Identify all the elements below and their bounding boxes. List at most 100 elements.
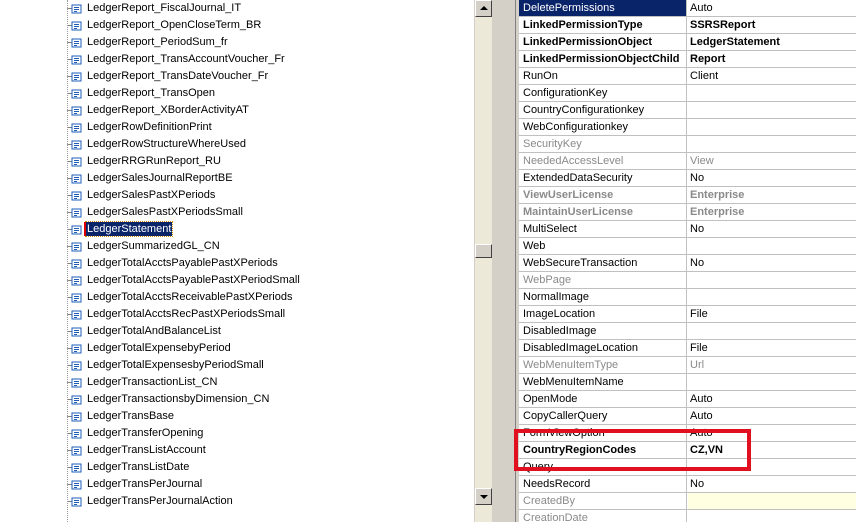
tree-item[interactable]: LedgerReport_TransOpen [0, 85, 474, 102]
property-row[interactable]: MultiSelect No [519, 221, 856, 238]
property-value[interactable]: File [688, 306, 856, 322]
property-value[interactable]: No [688, 170, 856, 186]
tree-item[interactable]: LedgerSalesPastXPeriodsSmall [0, 204, 474, 221]
property-value[interactable]: Auto [688, 0, 856, 16]
property-row[interactable]: ImageLocation File [519, 306, 856, 323]
property-value[interactable]: SSRSReport [688, 17, 856, 33]
tree-item[interactable]: LedgerTransListAccount [0, 442, 474, 459]
property-value[interactable]: File [688, 340, 856, 356]
scroll-up-button[interactable] [475, 0, 492, 17]
property-row[interactable]: CountryRegionCodes CZ,VN [519, 442, 856, 459]
property-row[interactable]: RunOn Client [519, 68, 856, 85]
property-row[interactable]: Web [519, 238, 856, 255]
property-row[interactable]: CountryConfigurationkey [519, 102, 856, 119]
property-row[interactable]: NeedsRecord No [519, 476, 856, 493]
scroll-down-button[interactable] [475, 488, 492, 505]
tree-item[interactable]: LedgerTotalAcctsPayablePastXPeriods [0, 255, 474, 272]
property-value[interactable] [688, 459, 856, 475]
property-value[interactable] [688, 510, 856, 522]
property-value[interactable]: Auto [688, 425, 856, 441]
property-value[interactable] [688, 119, 856, 135]
tree-item[interactable]: LedgerRowDefinitionPrint [0, 119, 474, 136]
tree-item[interactable]: LedgerTotalAndBalanceList [0, 323, 474, 340]
property-value[interactable]: Url [688, 357, 856, 373]
property-value[interactable]: LedgerStatement [688, 34, 856, 50]
property-row[interactable]: NormalImage [519, 289, 856, 306]
tree-item[interactable]: LedgerTotalExpensebyPeriod [0, 340, 474, 357]
property-row[interactable]: DisabledImageLocation File [519, 340, 856, 357]
tree-item[interactable]: LedgerRowStructureWhereUsed [0, 136, 474, 153]
property-row[interactable]: MaintainUserLicense Enterprise [519, 204, 856, 221]
property-name: ViewUserLicense [519, 187, 687, 203]
property-value[interactable] [688, 289, 856, 305]
tree-item[interactable]: LedgerReport_PeriodSum_fr [0, 34, 474, 51]
property-row[interactable]: LinkedPermissionType SSRSReport [519, 17, 856, 34]
property-row[interactable]: CopyCallerQuery Auto [519, 408, 856, 425]
tree-vertical-scrollbar[interactable] [474, 0, 492, 522]
tree-item[interactable]: LedgerTransferOpening [0, 425, 474, 442]
tree-item[interactable]: LedgerTotalExpensesbyPeriodSmall [0, 357, 474, 374]
property-row[interactable]: WebConfigurationkey [519, 119, 856, 136]
tree-item[interactable]: LedgerReport_OpenCloseTerm_BR [0, 17, 474, 34]
property-row[interactable]: LinkedPermissionObject LedgerStatement [519, 34, 856, 51]
tree-item[interactable]: LedgerTransactionsbyDimension_CN [0, 391, 474, 408]
property-value[interactable]: No [688, 255, 856, 271]
property-value[interactable] [688, 493, 856, 509]
tree-item[interactable]: LedgerTotalAcctsRecPastXPeriodsSmall [0, 306, 474, 323]
property-value[interactable]: Enterprise [688, 187, 856, 203]
tree-item[interactable]: LedgerReport_TransAccountVoucher_Fr [0, 51, 474, 68]
tree-item[interactable]: LedgerSalesJournalReportBE [0, 170, 474, 187]
tree-item[interactable]: LedgerReport_FiscalJournal_IT [0, 0, 474, 17]
tree-item[interactable]: LedgerSalesPastXPeriods [0, 187, 474, 204]
tree-item[interactable]: LedgerTotalAcctsReceivablePastXPeriods [0, 289, 474, 306]
property-value[interactable] [688, 136, 856, 152]
properties-grid[interactable]: DeletePermissions Auto LinkedPermissionTyp… [519, 0, 856, 522]
property-value[interactable]: Auto [688, 391, 856, 407]
property-row[interactable]: SecurityKey [519, 136, 856, 153]
property-row[interactable]: WebSecureTransaction No [519, 255, 856, 272]
tree-item[interactable]: LedgerRRGRunReport_RU [0, 153, 474, 170]
property-row[interactable]: FormViewOption Auto [519, 425, 856, 442]
property-row[interactable]: WebMenuItemType Url [519, 357, 856, 374]
property-value[interactable]: Client [688, 68, 856, 84]
property-value[interactable] [688, 374, 856, 390]
property-row[interactable]: Query [519, 459, 856, 476]
property-value[interactable] [688, 272, 856, 288]
property-row[interactable]: DeletePermissions Auto [519, 0, 856, 17]
property-value[interactable] [688, 85, 856, 101]
pane-splitter[interactable] [492, 0, 519, 522]
property-row[interactable]: WebMenuItemName [519, 374, 856, 391]
property-row[interactable]: LinkedPermissionObjectChild Report [519, 51, 856, 68]
property-value[interactable] [688, 323, 856, 339]
property-row[interactable]: OpenMode Auto [519, 391, 856, 408]
property-value[interactable]: Auto [688, 408, 856, 424]
property-value[interactable] [688, 238, 856, 254]
property-row[interactable]: CreationDate [519, 510, 856, 522]
tree-item[interactable]: LedgerReport_XBorderActivityAT [0, 102, 474, 119]
tree-item[interactable]: LedgerTransPerJournal [0, 476, 474, 493]
property-row[interactable]: WebPage [519, 272, 856, 289]
aot-tree-pane[interactable]: LedgerReport_FiscalJournal_IT LedgerRepor… [0, 0, 492, 522]
tree-item[interactable]: LedgerSummarizedGL_CN [0, 238, 474, 255]
property-row[interactable]: NeededAccessLevel View [519, 153, 856, 170]
property-value[interactable]: CZ,VN [688, 442, 856, 458]
tree-item[interactable]: LedgerTransBase [0, 408, 474, 425]
scroll-thumb[interactable] [475, 244, 492, 258]
property-value[interactable]: View [688, 153, 856, 169]
tree-item[interactable]: LedgerTotalAcctsPayablePastXPeriodSmall [0, 272, 474, 289]
property-value[interactable]: No [688, 476, 856, 492]
property-row[interactable]: DisabledImage [519, 323, 856, 340]
property-value[interactable]: Enterprise [688, 204, 856, 220]
property-value[interactable]: Report [688, 51, 856, 67]
property-row[interactable]: ViewUserLicense Enterprise [519, 187, 856, 204]
tree-item[interactable]: LedgerTransactionList_CN [0, 374, 474, 391]
property-row[interactable]: CreatedBy [519, 493, 856, 510]
tree-item[interactable]: LedgerReport_TransDateVoucher_Fr [0, 68, 474, 85]
tree-item[interactable]: LedgerTransListDate [0, 459, 474, 476]
property-row[interactable]: ConfigurationKey [519, 85, 856, 102]
property-value[interactable]: No [688, 221, 856, 237]
property-value[interactable] [688, 102, 856, 118]
tree-item[interactable]: LedgerTransPerJournalAction [0, 493, 474, 510]
property-row[interactable]: ExtendedDataSecurity No [519, 170, 856, 187]
tree-item-selected[interactable]: LedgerStatement [0, 221, 474, 238]
